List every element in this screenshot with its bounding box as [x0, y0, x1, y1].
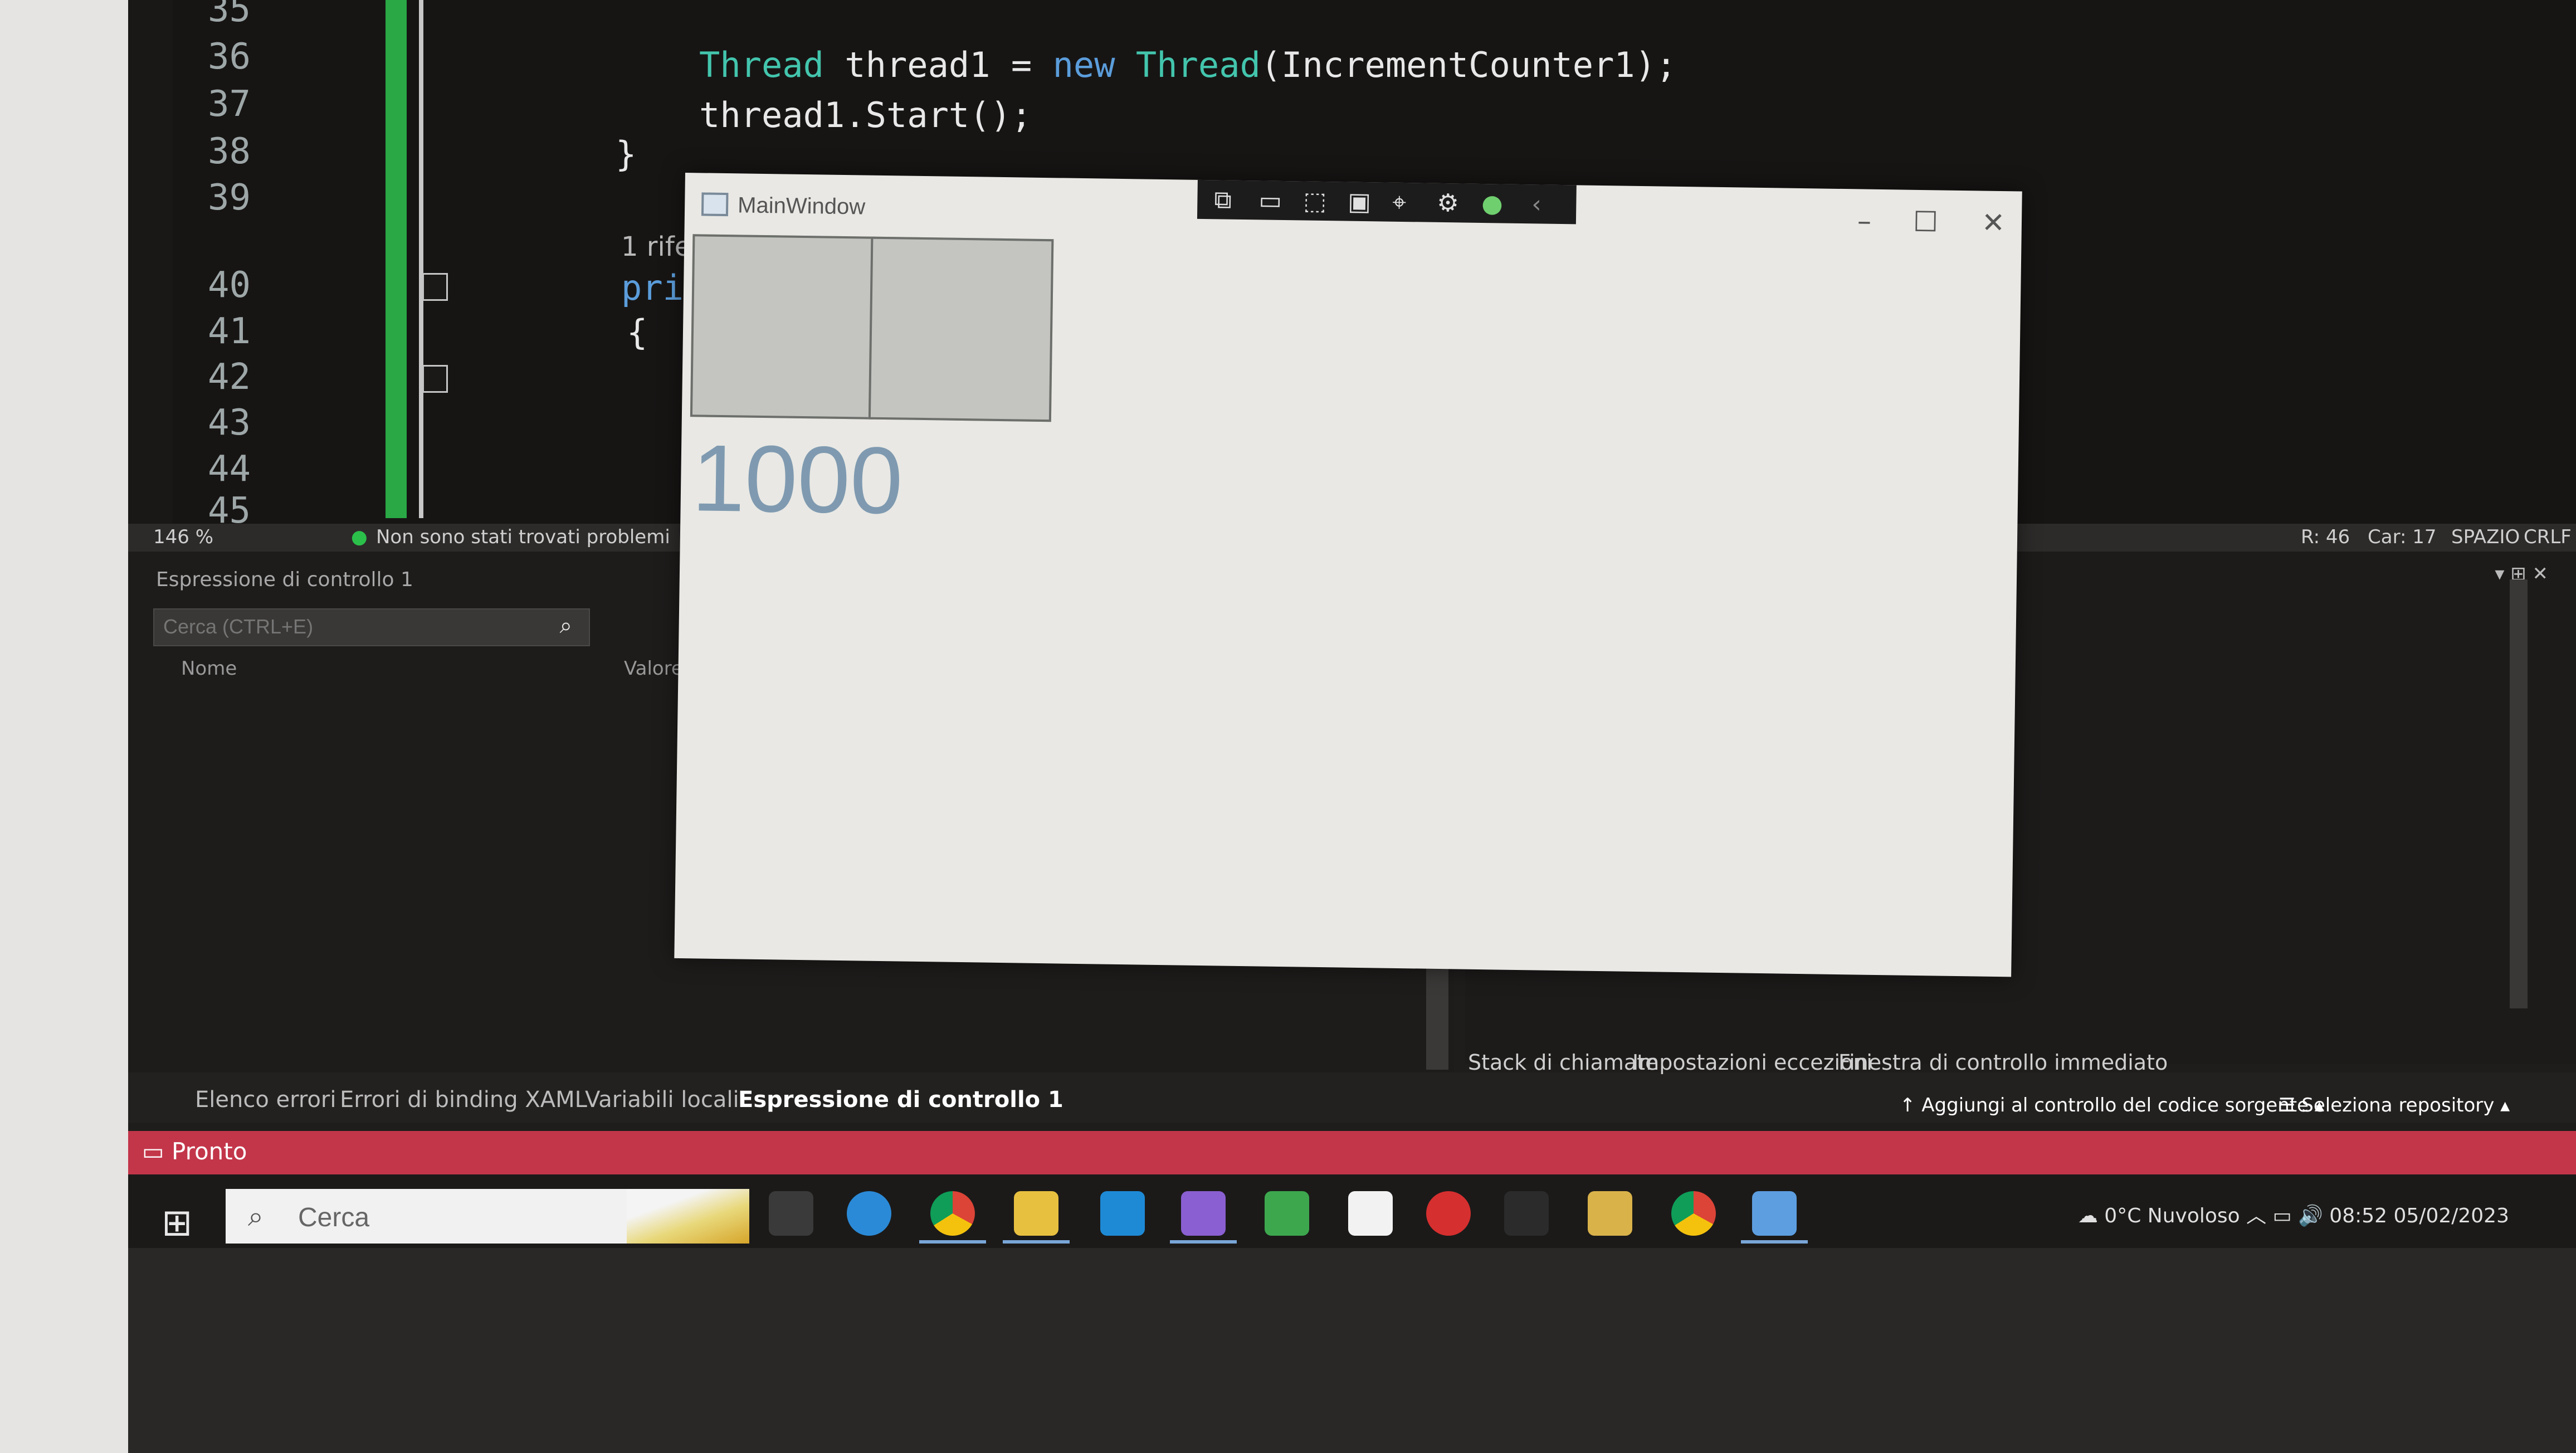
status-bar: ▭ Pronto ↑ Aggiungi al controllo del cod… [128, 1094, 2576, 1174]
close-icon[interactable]: ✕ [1982, 207, 2006, 240]
outline-bar [419, 0, 423, 518]
tab-xaml-binding-errors[interactable]: Errori di binding XAML [340, 1087, 587, 1113]
collapse-icon[interactable] [422, 365, 448, 393]
code-line-37[interactable]: thread1.Start(); [699, 95, 1032, 135]
spacing-mode[interactable]: SPAZIO [2451, 526, 2520, 548]
increment-button-1[interactable] [690, 234, 876, 420]
code-line-40[interactable]: pri [621, 267, 684, 308]
line-number: 38 [207, 131, 251, 172]
display-adorners-icon[interactable]: ▣ [1348, 188, 1371, 217]
zoom-level[interactable]: 146 % [153, 526, 213, 548]
chrome-icon[interactable] [930, 1191, 975, 1236]
weather-text[interactable]: 0°C Nuvoloso [2104, 1205, 2240, 1227]
ok-icon: ● [351, 526, 368, 548]
clock-time[interactable]: 08:52 [2329, 1205, 2387, 1227]
tab-watch-1[interactable]: Espressione di controllo 1 [738, 1087, 1063, 1113]
search-icon: ⌕ [248, 1200, 264, 1232]
watch-panel-title: Espressione di controllo 1 [156, 568, 413, 591]
search-icon[interactable]: ⌕ [560, 613, 572, 638]
system-tray[interactable]: ☁ 0°C Nuvoloso ︿ ▭ 🔊 08:52 05/02/2023 [2078, 1200, 2509, 1228]
tab-immediate-window[interactable]: Finestra di controllo immediato [1838, 1050, 2168, 1075]
line-number: 43 [207, 402, 251, 443]
visualizer-tab[interactable] [128, 0, 173, 524]
xaml-debug-toolbar[interactable]: ⧉ ▭ ⬚ ▣ ⌖ ⚙ ● ‹ [1197, 179, 1577, 225]
watch-search-box[interactable]: ⌕ [153, 608, 590, 646]
add-to-source-control-button[interactable]: ↑ Aggiungi al controllo del codice sorge… [1900, 1094, 2324, 1116]
tab-call-stack[interactable]: Stack di chiamate [1468, 1050, 1658, 1075]
scrollbar[interactable] [2510, 579, 2528, 1008]
running-indicator [919, 1240, 986, 1244]
monitor-bezel [0, 0, 139, 1453]
file-explorer-icon[interactable] [1014, 1191, 1058, 1236]
tab-error-list[interactable]: Elenco errori [195, 1087, 336, 1113]
line-number: 44 [207, 448, 251, 490]
select-element-icon[interactable]: ⬚ [1303, 187, 1326, 216]
minimize-icon[interactable]: – [1857, 204, 1872, 237]
live-visual-tree-icon[interactable]: ⧉ [1214, 186, 1232, 214]
desk-area [128, 1248, 2576, 1453]
vscode-icon[interactable] [1100, 1191, 1145, 1236]
opera-icon[interactable] [1426, 1191, 1471, 1236]
app-icon[interactable] [1504, 1191, 1549, 1236]
window-title: MainWindow [737, 193, 866, 220]
tab-locals[interactable]: Variabili locali [585, 1087, 739, 1113]
chrome-icon[interactable] [1671, 1191, 1716, 1236]
hot-reload-icon[interactable]: ● [1481, 189, 1503, 218]
line-number: 41 [207, 311, 251, 352]
line-number: 36 [207, 36, 251, 77]
clock-date[interactable]: 05/02/2023 [2394, 1205, 2510, 1227]
search-highlight-image [627, 1189, 749, 1244]
line-position: R: 46 [2301, 526, 2350, 548]
track-focus-icon[interactable]: ⌖ [1392, 188, 1406, 217]
column-header-name[interactable]: Nome [181, 657, 237, 680]
watch-search-input[interactable] [162, 615, 521, 638]
visual-studio-icon[interactable] [1181, 1191, 1226, 1236]
collapse-toolbar-icon[interactable]: ‹ [1531, 190, 1541, 218]
column-header-value[interactable]: Valore [624, 657, 683, 680]
change-tracking-bar [386, 0, 407, 518]
edge-icon[interactable] [847, 1191, 891, 1236]
binding-icon[interactable]: ⚙ [1437, 189, 1459, 218]
taskbar-search[interactable]: ⌕ Cerca [226, 1189, 749, 1244]
select-repository-button[interactable]: ☰ Seleziona repository ▴ [2279, 1094, 2510, 1116]
windows-start-icon[interactable]: ⊞ [162, 1201, 192, 1244]
status-text: ▭ Pronto [142, 1138, 247, 1165]
camera-icon[interactable]: ▭ [1258, 186, 1282, 215]
code-line-36[interactable]: Thread thread1 = new Thread(IncrementCou… [699, 45, 1676, 85]
tab-exception-settings[interactable]: Impostazioni eccezioni [1632, 1050, 1872, 1075]
app-icon[interactable] [1588, 1191, 1632, 1236]
taskbar: ⊞ ⌕ Cerca ☁ 0°C Nuvoloso ︿ ▭ 🔊 08:52 05/… [128, 1174, 2576, 1250]
task-view-icon[interactable] [769, 1191, 813, 1236]
running-indicator [1741, 1240, 1808, 1244]
column-position: Car: 17 [2368, 526, 2437, 548]
line-number: 39 [207, 177, 251, 218]
taskbar-search-placeholder: Cerca [298, 1203, 370, 1232]
code-line-38[interactable]: } [616, 134, 636, 174]
reference-count[interactable]: 1 rife [621, 231, 691, 262]
notepad-icon[interactable] [1348, 1191, 1393, 1236]
wpf-app-icon[interactable] [1752, 1191, 1797, 1236]
increment-button-2[interactable] [868, 236, 1054, 422]
line-number: 42 [207, 357, 251, 398]
app-icon [701, 192, 729, 217]
app-icon[interactable] [1265, 1191, 1309, 1236]
main-window[interactable]: MainWindow ⧉ ▭ ⬚ ▣ ⌖ ⚙ ● ‹ – ☐ ✕ 1000 [674, 173, 2022, 977]
line-ending[interactable]: CRLF [2524, 526, 2572, 548]
collapse-icon[interactable] [422, 273, 448, 301]
running-indicator [1170, 1240, 1237, 1244]
running-indicator [1003, 1240, 1070, 1244]
counter-label: 1000 [691, 425, 904, 534]
issues-status[interactable]: Non sono stati trovati problemi [376, 526, 670, 548]
code-line-41[interactable]: { [627, 312, 647, 353]
line-number: 40 [207, 265, 251, 306]
line-number: 37 [207, 84, 251, 125]
line-number: 35 [207, 0, 251, 30]
maximize-icon[interactable]: ☐ [1913, 206, 1939, 238]
